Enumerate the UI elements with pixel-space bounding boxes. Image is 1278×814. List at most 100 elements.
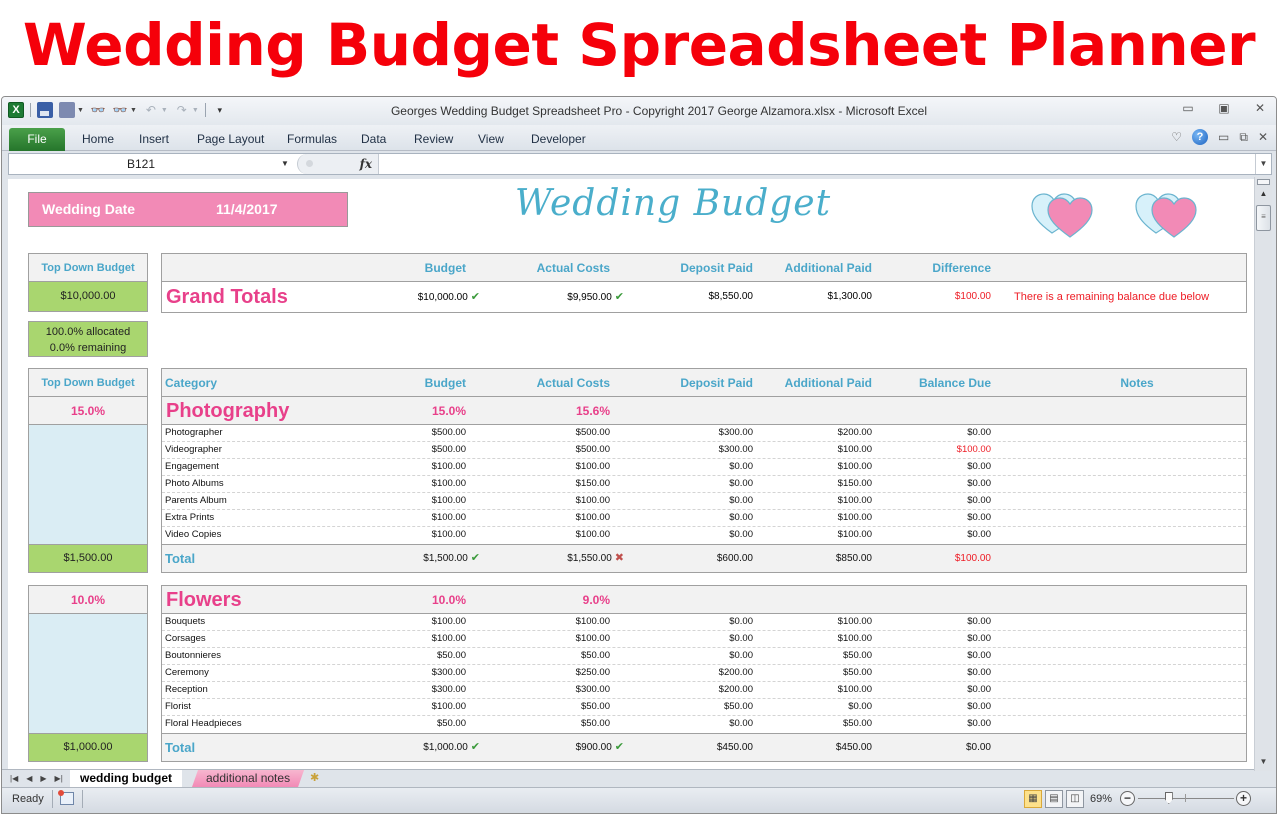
save-icon[interactable] <box>37 102 53 118</box>
minimize-ribbon-icon[interactable]: ♡ <box>1171 130 1182 144</box>
zoom-slider-thumb[interactable] <box>1164 792 1173 804</box>
item-actual[interactable]: $50.00 <box>581 716 610 732</box>
tab-data[interactable]: Data <box>361 129 386 149</box>
insert-sheet-icon[interactable]: ✱ <box>310 771 319 784</box>
scroll-down-icon[interactable]: ▼ <box>1255 757 1272 769</box>
item-actual[interactable]: $100.00 <box>576 631 610 647</box>
item-additional[interactable]: $50.00 <box>843 716 872 732</box>
item-deposit[interactable]: $200.00 <box>719 682 753 698</box>
item-name[interactable]: Extra Prints <box>165 510 214 526</box>
next-sheet-icon[interactable]: ▶ <box>40 771 46 787</box>
item-actual[interactable]: $100.00 <box>576 527 610 543</box>
zoom-level[interactable]: 69% <box>1090 788 1112 810</box>
item-name[interactable]: Video Copies <box>165 527 221 543</box>
item-deposit[interactable]: $0.00 <box>729 631 753 647</box>
workbook-minimize-icon[interactable]: ▭ <box>1218 130 1229 144</box>
undo-icon[interactable]: ↶ <box>143 102 159 118</box>
item-deposit[interactable]: $0.00 <box>729 716 753 732</box>
scroll-thumb[interactable]: ≡ <box>1256 205 1271 231</box>
item-budget[interactable]: $100.00 <box>432 493 466 509</box>
item-name[interactable]: Reception <box>165 682 208 698</box>
close-icon[interactable]: ✕ <box>1252 101 1268 115</box>
table-row[interactable]: Reception $300.00 $300.00 $200.00 $100.00 $0.… <box>162 682 1246 699</box>
item-additional[interactable]: $100.00 <box>838 631 872 647</box>
sheet-tab-additional-notes[interactable]: additional notes <box>192 770 304 787</box>
item-budget[interactable]: $100.00 <box>432 614 466 630</box>
excel-icon[interactable]: X <box>8 102 24 118</box>
table-row[interactable]: Ceremony $300.00 $250.00 $200.00 $50.00 $0.00 <box>162 665 1246 682</box>
zoom-in-icon[interactable]: + <box>1236 791 1251 806</box>
tab-home[interactable]: Home <box>82 129 114 149</box>
item-deposit[interactable]: $200.00 <box>719 665 753 681</box>
tab-page-layout[interactable]: Page Layout <box>197 129 264 149</box>
formula-input[interactable] <box>381 154 1253 174</box>
item-name[interactable]: Photo Albums <box>165 476 224 492</box>
item-deposit[interactable]: $0.00 <box>729 459 753 475</box>
top-down-percent[interactable]: 10.0% <box>29 586 147 614</box>
item-budget[interactable]: $100.00 <box>432 631 466 647</box>
item-name[interactable]: Corsages <box>165 631 206 647</box>
item-deposit[interactable]: $0.00 <box>729 614 753 630</box>
item-deposit[interactable]: $0.00 <box>729 510 753 526</box>
item-actual[interactable]: $50.00 <box>581 648 610 664</box>
item-budget[interactable]: $50.00 <box>437 648 466 664</box>
item-deposit[interactable]: $300.00 <box>719 425 753 441</box>
item-name[interactable]: Bouquets <box>165 614 205 630</box>
item-deposit[interactable]: $0.00 <box>729 493 753 509</box>
item-budget[interactable]: $300.00 <box>432 682 466 698</box>
find-replace-icon[interactable]: 👓 <box>112 102 128 118</box>
item-budget[interactable]: $100.00 <box>432 510 466 526</box>
tab-file[interactable]: File <box>9 128 65 151</box>
first-sheet-icon[interactable]: |◀ <box>10 771 18 787</box>
grand-total-deposit[interactable]: $8,550.00 <box>709 282 754 312</box>
table-row[interactable]: Video Copies $100.00 $100.00 $0.00 $100.00 $0… <box>162 527 1246 544</box>
minimize-icon[interactable]: ▭ <box>1180 101 1196 115</box>
item-deposit[interactable]: $0.00 <box>729 476 753 492</box>
table-row[interactable]: Florist $100.00 $50.00 $50.00 $0.00 $0.00 <box>162 699 1246 716</box>
item-actual[interactable]: $300.00 <box>576 682 610 698</box>
last-sheet-icon[interactable]: ▶| <box>55 771 63 787</box>
item-budget[interactable]: $100.00 <box>432 527 466 543</box>
calculator-icon[interactable] <box>59 102 75 118</box>
item-additional[interactable]: $100.00 <box>838 510 872 526</box>
page-break-view-icon[interactable]: ◫ <box>1066 790 1084 808</box>
table-row[interactable]: Engagement $100.00 $100.00 $0.00 $100.00 $0.0… <box>162 459 1246 476</box>
item-deposit[interactable]: $300.00 <box>719 442 753 458</box>
item-name[interactable]: Parents Album <box>165 493 227 509</box>
help-icon[interactable]: ? <box>1192 129 1209 145</box>
item-name[interactable]: Engagement <box>165 459 219 475</box>
name-box-dropdown-icon[interactable]: ▼ <box>281 154 289 174</box>
split-handle[interactable] <box>1257 179 1270 185</box>
item-additional[interactable]: $0.00 <box>848 699 872 715</box>
item-name[interactable]: Boutonnieres <box>165 648 221 664</box>
page-layout-view-icon[interactable]: ▤ <box>1045 790 1063 808</box>
item-actual[interactable]: $100.00 <box>576 614 610 630</box>
grand-total-actual[interactable]: $9,950.00 ✔ <box>567 282 624 313</box>
zoom-slider[interactable] <box>1138 798 1234 799</box>
item-name[interactable]: Floral Headpieces <box>165 716 242 732</box>
table-row[interactable]: Photo Albums $100.00 $150.00 $0.00 $150.00 $0… <box>162 476 1246 493</box>
expand-formula-bar-icon[interactable]: ▼ <box>1255 154 1271 174</box>
normal-view-icon[interactable]: ▦ <box>1024 790 1042 808</box>
record-macro-icon[interactable] <box>58 790 74 805</box>
tab-developer[interactable]: Developer <box>531 129 586 149</box>
table-row[interactable]: Bouquets $100.00 $100.00 $0.00 $100.00 $0.00 <box>162 614 1246 631</box>
item-additional[interactable]: $100.00 <box>838 527 872 543</box>
top-down-budget-value[interactable]: $10,000.00 <box>29 282 147 311</box>
tab-formulas[interactable]: Formulas <box>287 129 337 149</box>
item-additional[interactable]: $100.00 <box>838 442 872 458</box>
item-actual[interactable]: $100.00 <box>576 493 610 509</box>
item-actual[interactable]: $50.00 <box>581 699 610 715</box>
item-name[interactable]: Ceremony <box>165 665 209 681</box>
grand-total-budget[interactable]: $10,000.00 ✔ <box>418 282 480 313</box>
find-icon[interactable]: 👓 <box>90 102 106 118</box>
chevron-down-icon[interactable]: ▼ <box>161 107 168 114</box>
item-deposit[interactable]: $0.00 <box>729 527 753 543</box>
item-budget[interactable]: $100.00 <box>432 699 466 715</box>
workbook-close-icon[interactable]: ✕ <box>1258 130 1268 144</box>
item-actual[interactable]: $500.00 <box>576 425 610 441</box>
grand-total-difference[interactable]: $100.00 <box>955 282 991 312</box>
table-row[interactable]: Extra Prints $100.00 $100.00 $0.00 $100.00 $0… <box>162 510 1246 527</box>
tab-view[interactable]: View <box>478 129 504 149</box>
item-actual[interactable]: $100.00 <box>576 510 610 526</box>
